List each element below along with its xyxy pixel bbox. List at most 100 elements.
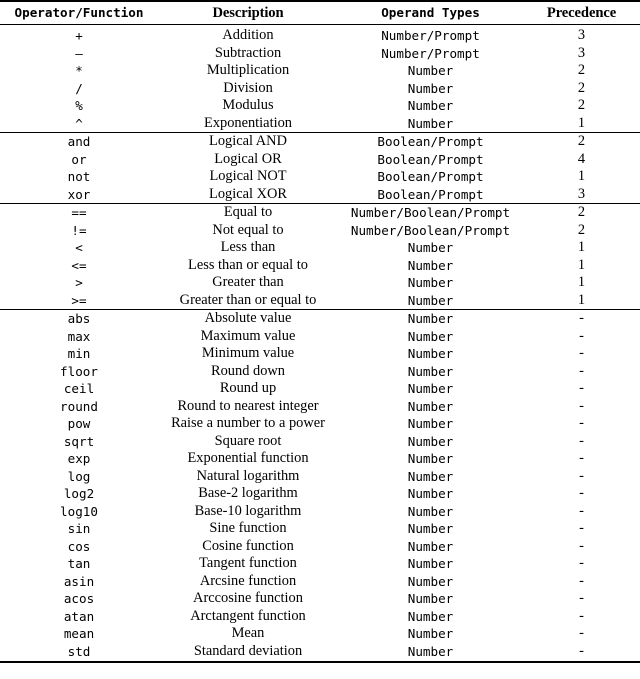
cell-operand_types: Number/Prompt — [381, 45, 480, 61]
table-row: std Standard deviation Number - — [0, 642, 640, 663]
cell-description: Equal to — [158, 203, 338, 222]
table-row: exp Exponential function Number - — [0, 450, 640, 468]
cell-operator: floor — [60, 363, 98, 379]
cell-precedence: 3 — [577, 44, 586, 61]
cell-description: Logical XOR — [209, 185, 287, 202]
cell-operator: * — [75, 63, 83, 78]
cell-operand_types: Number — [407, 240, 454, 255]
table-row: ceil Round up Number - — [0, 380, 640, 398]
cell-operand_types: Number — [338, 309, 523, 328]
cell-description: Logical AND — [158, 132, 338, 151]
cell-operand_types: Number — [407, 573, 454, 589]
table-row: max Maximum value Number - — [0, 328, 640, 346]
cell-operator: log2 — [63, 486, 95, 501]
table-row: <= Less than or equal to Number 1 — [0, 257, 640, 275]
cell-precedence: - — [579, 590, 584, 606]
cell-precedence: - — [579, 520, 584, 536]
cell-operand_types: Number — [407, 98, 454, 113]
cell-operand_types: Number — [407, 556, 454, 571]
table-row: log10 Base-10 logarithm Number - — [0, 503, 640, 521]
cell-operator: >= — [71, 292, 87, 308]
table-row: log2 Base-2 logarithm Number - — [0, 485, 640, 503]
cell-operand_types: Number — [407, 398, 454, 414]
cell-operand_types: Number — [407, 328, 454, 344]
cell-operand_types: Number — [407, 608, 454, 624]
cell-operand_types: Number — [407, 451, 454, 466]
cell-operand_types: Number — [407, 381, 454, 396]
cell-precedence: - — [579, 415, 584, 431]
table-row: sqrt Square root Number - — [0, 433, 640, 451]
cell-operator: abs — [0, 309, 158, 328]
table-row: pow Raise a number to a power Number - — [0, 415, 640, 433]
cell-precedence: 1 — [577, 168, 586, 184]
cell-description: Absolute value — [158, 309, 338, 328]
cell-operand_types: Number — [407, 538, 454, 554]
cell-operator: acos — [63, 591, 95, 606]
table-row: and Logical AND Boolean/Prompt 2 — [0, 132, 640, 151]
cell-precedence: - — [579, 362, 584, 379]
table-row: < Less than Number 1 — [0, 239, 640, 257]
cell-description: Logical OR — [214, 150, 282, 167]
operator-function-table: Operator/Function Description Operand Ty… — [0, 0, 640, 663]
cell-operator: std — [0, 642, 158, 663]
cell-description: Subtraction — [214, 44, 282, 61]
table-row: == Equal to Number/Boolean/Prompt 2 — [0, 203, 640, 222]
table-row: xor Logical XOR Boolean/Prompt 3 — [0, 186, 640, 204]
cell-operand_types: Number — [338, 642, 523, 663]
table-row: + Addition Number/Prompt 3 — [0, 25, 640, 45]
cell-operator: log10 — [60, 503, 98, 519]
cell-description: Square root — [214, 432, 282, 449]
cell-precedence: 1 — [577, 114, 586, 131]
cell-operand_types: Number — [407, 416, 454, 431]
table-row: mean Mean Number - — [0, 625, 640, 643]
cell-precedence: 2 — [523, 203, 640, 222]
cell-operator: exp — [67, 451, 91, 466]
table-row: log Natural logarithm Number - — [0, 468, 640, 486]
column-header-operator: Operator/Function — [0, 0, 158, 25]
cell-operand_types: Number — [407, 433, 454, 449]
cell-operator: not — [67, 169, 91, 184]
table-row: floor Round down Number - — [0, 363, 640, 381]
cell-operator: == — [0, 203, 158, 222]
cell-precedence: - — [579, 380, 584, 396]
cell-precedence: 3 — [577, 185, 586, 202]
cell-operand_types: Number — [407, 591, 454, 606]
cell-description: Sine function — [209, 520, 287, 536]
column-header-operand-types: Operand Types — [338, 0, 523, 25]
cell-description: Round to nearest integer — [177, 397, 319, 414]
cell-description: Arcsine function — [199, 572, 297, 589]
cell-precedence: 2 — [577, 79, 586, 96]
cell-operator: asin — [63, 573, 95, 589]
table-row: sin Sine function Number - — [0, 520, 640, 538]
table-row: * Multiplication Number 2 — [0, 62, 640, 80]
cell-description: Maximum value — [200, 327, 296, 344]
cell-description: Arccosine function — [193, 590, 303, 606]
cell-operand_types: Number — [407, 275, 454, 290]
cell-operator: or — [71, 151, 87, 167]
cell-operator: max — [67, 328, 91, 344]
cell-description: Less than or equal to — [188, 256, 308, 273]
column-header-precedence: Precedence — [523, 0, 640, 25]
cell-operand_types: Boolean/Prompt — [338, 132, 523, 151]
cell-precedence: - — [523, 309, 640, 328]
cell-operand_types: Number — [407, 80, 454, 96]
cell-operator: mean — [63, 626, 95, 641]
table-row: acos Arccosine function Number - — [0, 590, 640, 608]
cell-precedence: - — [579, 607, 584, 624]
cell-operand_types: Number — [407, 468, 454, 484]
cell-precedence: 1 — [577, 239, 586, 255]
cell-description: Raise a number to a power — [171, 415, 325, 431]
cell-operator: + — [75, 28, 83, 43]
cell-operand_types: Number/Prompt — [381, 28, 480, 43]
cell-operand_types: Number — [407, 486, 454, 501]
table-row: >= Greater than or equal to Number 1 — [0, 292, 640, 310]
cell-description: Greater than — [212, 274, 284, 290]
cell-operand_types: Boolean/Prompt — [377, 186, 484, 202]
cell-operator: % — [75, 98, 83, 113]
cell-description: Natural logarithm — [196, 467, 300, 484]
cell-precedence: - — [579, 502, 584, 519]
cell-operand_types: Number/Boolean/Prompt — [338, 203, 523, 222]
table-row: asin Arcsine function Number - — [0, 573, 640, 591]
cell-precedence: - — [579, 555, 584, 571]
cell-operator: > — [75, 275, 83, 290]
